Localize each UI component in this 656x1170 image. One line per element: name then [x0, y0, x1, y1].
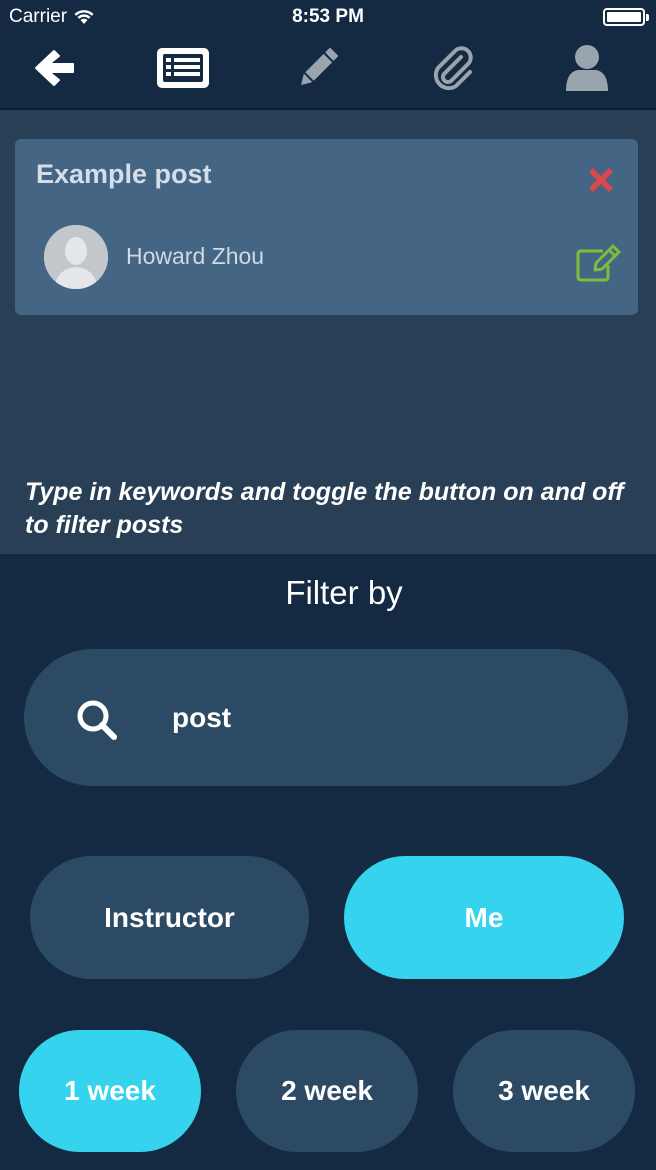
- avatar-placeholder-icon: [44, 225, 108, 289]
- status-bar: Carrier 8:53 PM: [0, 0, 656, 34]
- search-input[interactable]: [172, 693, 592, 743]
- profile-icon[interactable]: [557, 40, 617, 96]
- instructor-filter-button[interactable]: Instructor: [30, 856, 309, 979]
- status-time: 8:53 PM: [292, 6, 364, 27]
- week-2-filter-button[interactable]: 2 week: [236, 1030, 418, 1152]
- me-filter-button[interactable]: Me: [344, 856, 624, 979]
- week-1-filter-button[interactable]: 1 week: [19, 1030, 201, 1152]
- avatar: [44, 225, 108, 289]
- pencil-icon[interactable]: [288, 40, 348, 96]
- search-box[interactable]: [24, 649, 628, 786]
- list-icon[interactable]: [153, 40, 213, 96]
- author-name: Howard Zhou: [126, 243, 265, 269]
- paperclip-icon[interactable]: [423, 40, 483, 96]
- delete-icon[interactable]: [584, 163, 618, 197]
- instruction-hint: Type in keywords and toggle the button o…: [25, 478, 624, 539]
- search-icon: [77, 700, 117, 740]
- back-arrow-icon[interactable]: [24, 40, 84, 96]
- post-title: Example post: [36, 159, 212, 189]
- battery-icon: [603, 8, 649, 26]
- post-card[interactable]: Example post Howard Zhou: [15, 139, 638, 315]
- post-list-panel: Example post Howard Zhou Type in keyword…: [0, 110, 656, 554]
- week-3-filter-button[interactable]: 3 week: [453, 1030, 635, 1152]
- filter-title: Filter by: [285, 574, 403, 611]
- toolbar: [0, 34, 656, 108]
- edit-icon[interactable]: [575, 243, 623, 283]
